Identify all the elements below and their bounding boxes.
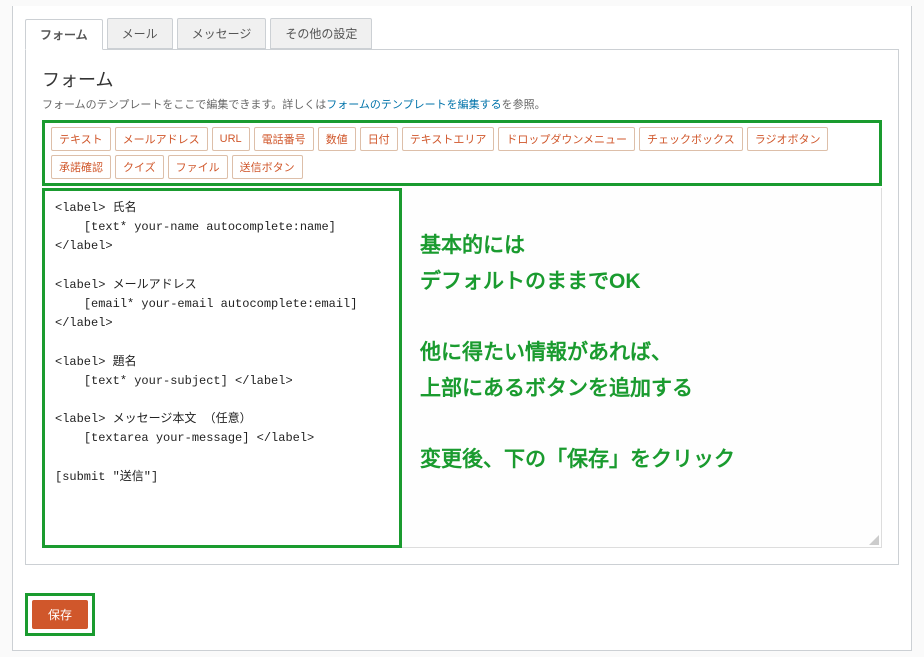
form-template-content[interactable]: <label> 氏名 [text* your-name autocomplete… bbox=[45, 191, 399, 495]
tab-additional-settings[interactable]: その他の設定 bbox=[270, 18, 372, 49]
annotation-overlay: 基本的には デフォルトのままでOK 他に得たい情報があれば、 上部にあるボタンを… bbox=[420, 228, 862, 478]
tag-checkbox-button[interactable]: チェックボックス bbox=[639, 127, 743, 151]
form-template-highlight: <label> 氏名 [text* your-name autocomplete… bbox=[42, 188, 402, 548]
settings-container: フォーム メール メッセージ その他の設定 フォーム フォームのテンプレートをこ… bbox=[12, 6, 912, 651]
tab-form[interactable]: フォーム bbox=[25, 19, 103, 50]
save-button-highlight: 保存 bbox=[25, 593, 95, 636]
section-title: フォーム bbox=[42, 66, 882, 92]
annotation-line-3: 他に得たい情報があれば、 bbox=[420, 335, 862, 371]
tag-url-button[interactable]: URL bbox=[212, 127, 250, 151]
tag-text-button[interactable]: テキスト bbox=[51, 127, 111, 151]
tabs-bar: フォーム メール メッセージ その他の設定 bbox=[13, 6, 911, 49]
tag-date-button[interactable]: 日付 bbox=[360, 127, 398, 151]
tag-dropdown-button[interactable]: ドロップダウンメニュー bbox=[498, 127, 635, 151]
tag-submit-button[interactable]: 送信ボタン bbox=[232, 155, 303, 179]
tag-file-button[interactable]: ファイル bbox=[168, 155, 228, 179]
tag-email-button[interactable]: メールアドレス bbox=[115, 127, 208, 151]
tag-buttons-row: テキスト メールアドレス URL 電話番号 数値 日付 テキストエリア ドロップ… bbox=[51, 127, 873, 179]
annotation-line-4: 上部にあるボタンを追加する bbox=[420, 371, 862, 407]
form-panel: フォーム フォームのテンプレートをここで編集できます。詳しくはフォームのテンプレ… bbox=[25, 49, 899, 565]
tag-radio-button[interactable]: ラジオボタン bbox=[747, 127, 829, 151]
desc-pre: フォームのテンプレートをここで編集できます。詳しくは bbox=[42, 98, 326, 111]
tag-acceptance-button[interactable]: 承諾確認 bbox=[51, 155, 111, 179]
tag-buttons-highlight: テキスト メールアドレス URL 電話番号 数値 日付 テキストエリア ドロップ… bbox=[42, 120, 882, 186]
annotation-line-5: 変更後、下の「保存」をクリック bbox=[420, 442, 862, 478]
section-description: フォームのテンプレートをここで編集できます。詳しくはフォームのテンプレートを編集… bbox=[42, 96, 882, 112]
editor-area: <label> 氏名 [text* your-name autocomplete… bbox=[42, 188, 882, 548]
save-button[interactable]: 保存 bbox=[32, 600, 88, 629]
tag-textarea-button[interactable]: テキストエリア bbox=[402, 127, 495, 151]
tag-tel-button[interactable]: 電話番号 bbox=[254, 127, 314, 151]
tag-quiz-button[interactable]: クイズ bbox=[115, 155, 164, 179]
tab-messages[interactable]: メッセージ bbox=[177, 18, 267, 49]
tag-number-button[interactable]: 数値 bbox=[318, 127, 356, 151]
desc-link[interactable]: フォームのテンプレートを編集する bbox=[326, 98, 501, 111]
annotation-line-1: 基本的には bbox=[420, 228, 862, 264]
desc-post: を参照。 bbox=[502, 98, 546, 111]
annotation-line-2: デフォルトのままでOK bbox=[420, 264, 862, 300]
resize-handle-icon[interactable] bbox=[867, 533, 879, 545]
tab-mail[interactable]: メール bbox=[107, 18, 173, 49]
